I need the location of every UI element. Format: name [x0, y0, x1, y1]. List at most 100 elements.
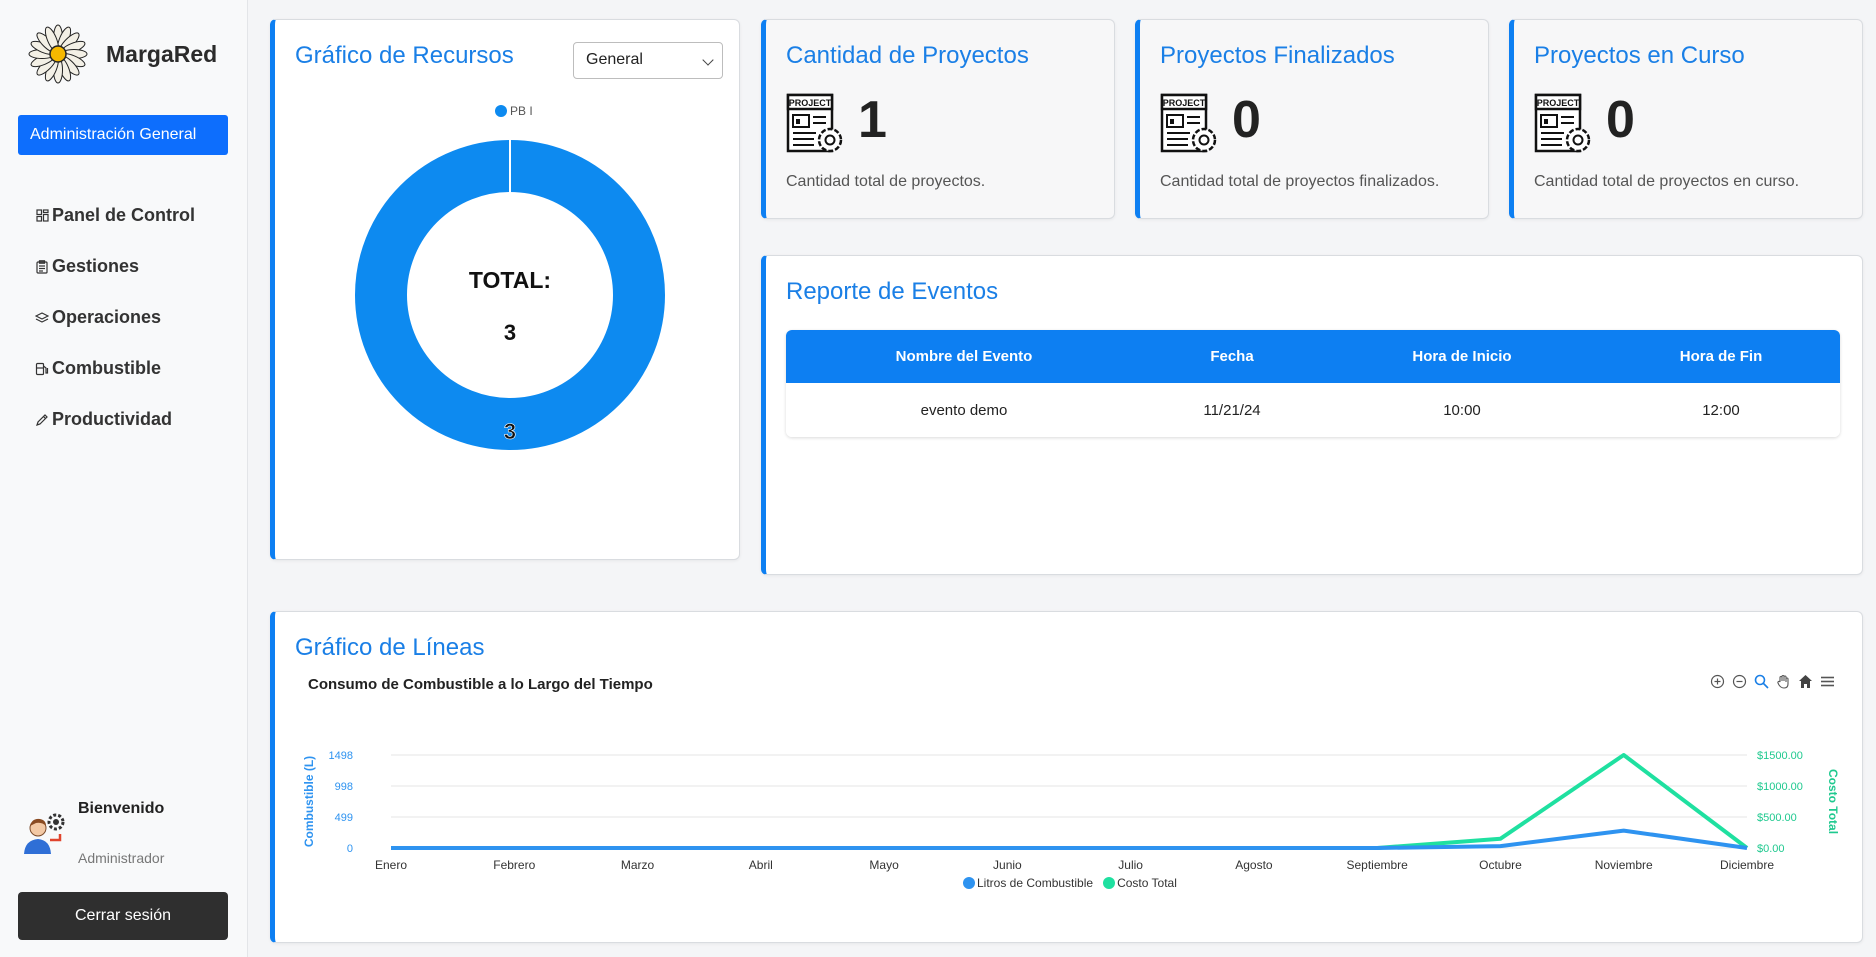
slice-data-label: 3: [504, 419, 516, 444]
pan-hand-icon[interactable]: [1774, 672, 1792, 690]
legend-marker: [1103, 877, 1116, 889]
resources-title: Gráfico de Recursos: [295, 42, 514, 69]
project-document-icon: [1534, 93, 1592, 155]
y-tick-label: 0: [347, 843, 353, 855]
donut-total-label: TOTAL:: [469, 267, 551, 293]
column-header[interactable]: Hora de Inicio: [1322, 348, 1602, 365]
x-tick-label: Octubre: [1479, 858, 1522, 872]
x-tick-label: Febrero: [493, 858, 535, 872]
project-document-icon: [1160, 93, 1218, 155]
resource-filter-select[interactable]: General: [573, 42, 723, 79]
stat-title: Proyectos Finalizados: [1160, 42, 1395, 69]
home-reset-icon[interactable]: [1796, 672, 1814, 690]
magnifier-zoom-icon[interactable]: [1752, 672, 1770, 690]
donut-total-value: 3: [504, 320, 516, 345]
stat-card-ongoing-projects: Proyectos en Curso 0 Cantidad total de p…: [1509, 19, 1863, 219]
x-tick-label: Enero: [375, 858, 407, 872]
table-cell: evento demo: [920, 401, 1008, 419]
logout-button[interactable]: Cerrar sesión: [18, 892, 228, 940]
stat-card-finished-projects: Proyectos Finalizados 0 Cantidad total d…: [1135, 19, 1489, 219]
x-tick-label: Septiembre: [1346, 858, 1408, 872]
y-right-tick-label: $500.00: [1757, 812, 1797, 824]
y-right-tick-label: $1500.00: [1757, 750, 1803, 762]
sidebar-item-label: Productividad: [52, 409, 173, 429]
chart-title: Consumo de Combustible a lo Largo del Ti…: [308, 676, 653, 693]
sidebar: MargaRed Administración General Panel de…: [0, 0, 248, 957]
column-header[interactable]: Fecha: [1142, 348, 1322, 365]
stat-value: 0: [1606, 91, 1635, 149]
table-cell: 12:00: [1702, 401, 1740, 419]
chevron-down-icon: [702, 54, 714, 66]
x-tick-label: Abril: [749, 858, 773, 872]
legend-item-costo[interactable]: Costo Total: [1103, 876, 1177, 890]
events-card: Reporte de Eventos Nombre del Evento Fec…: [761, 255, 1863, 575]
y-right-axis-label: Costo Total: [1826, 769, 1840, 834]
table-cell: 11/21/24: [1203, 401, 1261, 419]
sidebar-item-productividad[interactable]: Productividad: [34, 394, 195, 445]
project-document-icon: [786, 93, 844, 155]
pencil-icon: [34, 412, 50, 428]
column-header[interactable]: Nombre del Evento: [786, 348, 1142, 365]
y-right-tick-label: $0.00: [1757, 843, 1785, 855]
x-tick-label: Junio: [993, 858, 1022, 872]
table-cell: 10:00: [1443, 401, 1481, 419]
stat-value: 1: [858, 91, 887, 149]
stat-description: Cantidad total de proyectos.: [786, 173, 986, 190]
sidebar-item-label: Operaciones: [52, 307, 162, 327]
legend-label: Costo Total: [1117, 876, 1177, 890]
sidebar-item-operaciones[interactable]: Operaciones: [34, 292, 195, 343]
x-tick-label: Noviembre: [1595, 858, 1653, 872]
y-tick-label: 499: [335, 812, 353, 824]
events-title: Reporte de Eventos: [786, 278, 999, 305]
avatar: [24, 813, 65, 854]
resources-card: Gráfico de Recursos General PB I TOTAL: …: [270, 19, 740, 560]
brand[interactable]: MargaRed: [28, 24, 217, 84]
stat-value: 0: [1232, 91, 1261, 149]
stat-title: Cantidad de Proyectos: [786, 42, 1029, 69]
user-role: Administrador: [78, 850, 165, 866]
y-right-tick-label: $1000.00: [1757, 781, 1803, 793]
events-table: Nombre del Evento Fecha Hora de Inicio H…: [786, 330, 1840, 437]
donut-slice[interactable]: [355, 140, 665, 450]
sidebar-item-label: Panel de Control: [52, 205, 196, 225]
select-value: General: [586, 51, 643, 68]
x-tick-label: Marzo: [621, 858, 655, 872]
sidebar-item-label: Gestiones: [52, 256, 140, 276]
legend-marker: [963, 877, 975, 889]
series-line-litros: [391, 828, 1748, 850]
x-tick-label: Agosto: [1235, 858, 1273, 872]
column-header[interactable]: Hora de Fin: [1602, 348, 1840, 365]
table-row[interactable]: evento demo 11/21/24 10:00 12:00: [786, 383, 1840, 437]
legend-item-litros[interactable]: Litros de Combustible: [963, 876, 1093, 890]
stat-title: Proyectos en Curso: [1534, 42, 1745, 69]
line-chart-card-title: Gráfico de Líneas: [295, 634, 485, 661]
welcome-title: Bienvenido: [78, 800, 165, 817]
y-axis-label: Combustible (L): [302, 756, 316, 847]
sidebar-item-panel-de-control[interactable]: Panel de Control: [34, 190, 195, 241]
line-chart-card: Gráfico de Líneas Consumo de Combustible…: [270, 611, 1863, 943]
legend-marker: [495, 105, 507, 117]
zoom-in-icon[interactable]: [1708, 672, 1726, 690]
stat-description: Cantidad total de proyectos finalizados.: [1160, 173, 1440, 190]
y-tick-label: 998: [335, 781, 353, 793]
stat-description: Cantidad total de proyectos en curso.: [1534, 173, 1800, 190]
welcome-block: Bienvenido Administrador: [20, 798, 230, 868]
chart-toolbar: [1708, 672, 1836, 690]
line-chart: 0 $0.00 499 $500.00 998 $1000.00 1498 $1500.00 E…: [302, 750, 1840, 872]
x-tick-label: Mayo: [869, 858, 899, 872]
clipboard-icon: [34, 259, 50, 275]
table-header: Nombre del Evento Fecha Hora de Inicio H…: [786, 330, 1840, 383]
legend-label: PB I: [510, 104, 533, 118]
sidebar-nav: Panel de Control Gestiones Operaciones C…: [34, 190, 195, 445]
daisy-logo-icon: [28, 24, 88, 84]
admin-general-button[interactable]: Administración General: [18, 115, 228, 155]
sidebar-item-gestiones[interactable]: Gestiones: [34, 241, 195, 292]
zoom-out-icon[interactable]: [1730, 672, 1748, 690]
line-chart-legend: Litros de Combustible Costo Total: [963, 876, 1187, 890]
fuel-pump-icon: [34, 361, 50, 377]
sidebar-item-combustible[interactable]: Combustible: [34, 343, 195, 394]
donut-chart: TOTAL: 3 3: [355, 140, 665, 450]
dashboard-icon: [34, 208, 50, 224]
menu-icon[interactable]: [1818, 672, 1836, 690]
donut-legend[interactable]: PB I: [495, 104, 533, 118]
